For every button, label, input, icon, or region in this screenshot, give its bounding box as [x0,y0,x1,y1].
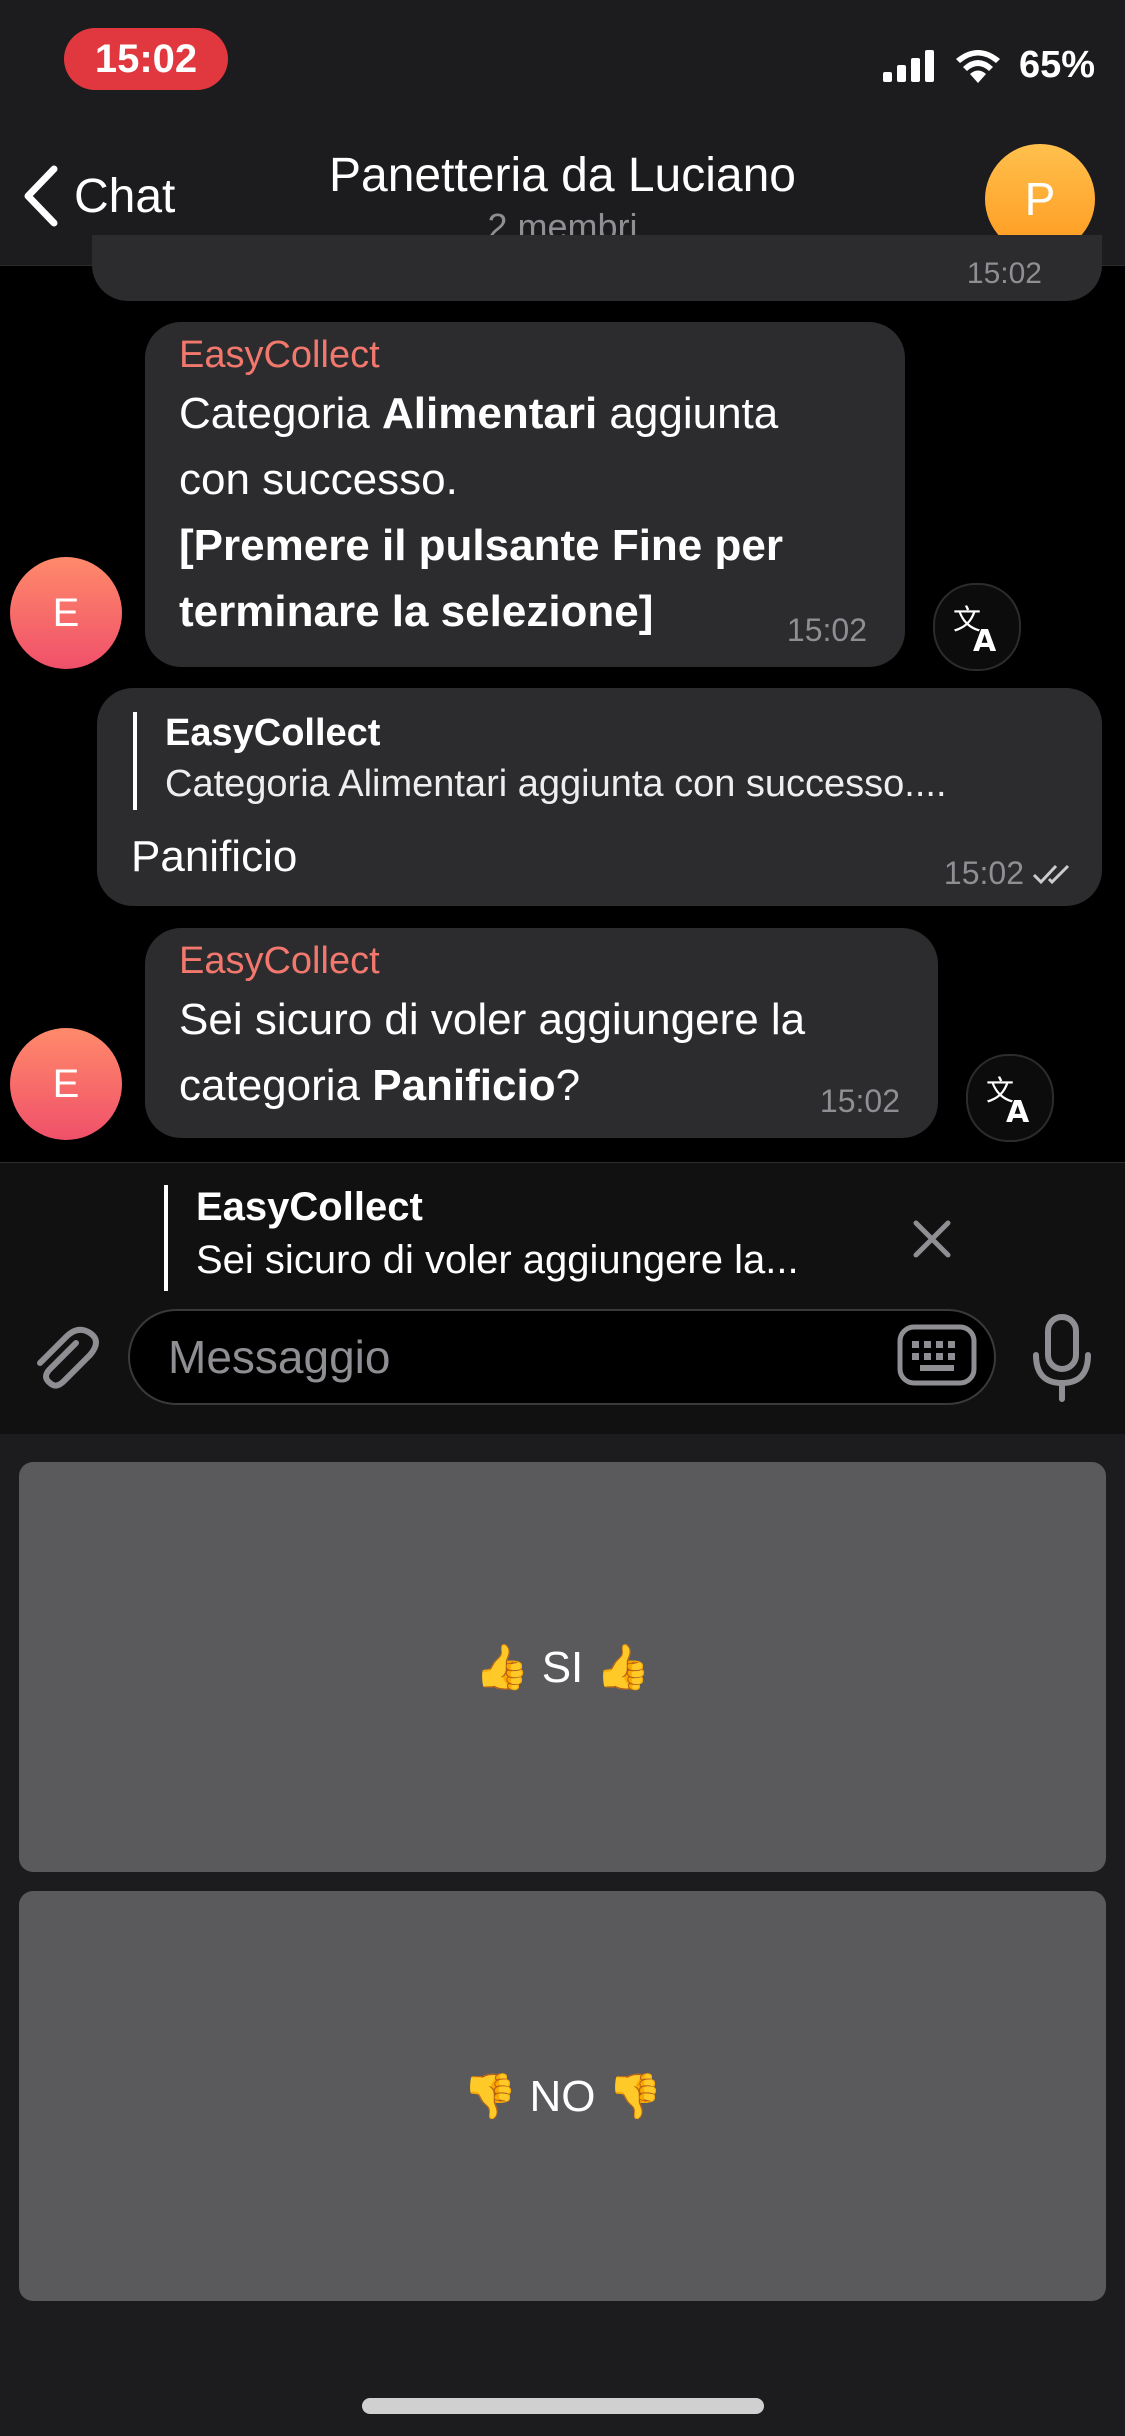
keyboard-icon[interactable] [896,1323,978,1387]
translate-icon: 文 A [986,1074,1030,1124]
message-time: 15:02 [786,612,867,648]
quoted-message[interactable]: EasyCollect Categoria Alimentari aggiunt… [133,712,947,810]
status-bar: 15:02 65% [0,0,1125,130]
message-text: Panificio [131,832,298,881]
svg-text:A: A [973,624,997,653]
no-button[interactable]: 👎 NO 👎 [19,1891,1106,2301]
reply-text: Sei sicuro di voler aggiungere la... [196,1238,799,1282]
wifi-icon [955,49,1000,83]
battery-percent: 65% [1018,44,1095,86]
message-input-placeholder: Messaggio [168,1331,391,1383]
translate-button[interactable]: 文 A [966,1054,1054,1142]
bot-avatar[interactable]: E [10,1028,122,1140]
quoted-text: Categoria Alimentari aggiunta con succes… [165,763,947,805]
bot-avatar[interactable]: E [10,557,122,669]
translate-icon: 文 A [953,603,997,653]
status-icons: 65% [882,44,1095,87]
message-bubble-bot[interactable]: EasyCollect Sei sicuro di voler aggiunge… [145,928,938,1138]
microphone-icon[interactable] [1028,1313,1096,1403]
chat-title[interactable]: Panetteria da Luciano [0,148,1125,203]
status-time: 15:02 [64,28,228,90]
close-icon[interactable] [908,1215,956,1263]
message-text: Categoria Alimentari aggiunta con succes… [179,389,783,636]
yes-button[interactable]: 👍 SI 👍 [19,1462,1106,1872]
signal-icon [882,49,934,82]
message-bubble-partial[interactable]: 15:02 [92,235,1102,301]
yes-button-label: 👍 SI 👍 [474,1643,651,1692]
message-sender: EasyCollect [179,334,380,376]
svg-text:A: A [1006,1095,1030,1124]
message-text: Sei sicuro di voler aggiungere la catego… [179,995,806,1110]
message-sender: EasyCollect [179,940,380,982]
message-time: 15:02 [943,855,1024,891]
no-button-label: 👎 NO 👎 [462,2072,663,2121]
reply-sender: EasyCollect [196,1185,423,1229]
group-avatar-letter: P [1024,173,1056,225]
quoted-sender: EasyCollect [165,712,381,754]
reply-preview[interactable]: EasyCollect Sei sicuro di voler aggiunge… [164,1185,799,1291]
translate-button[interactable]: 文 A [933,583,1021,671]
message-bubble-bot[interactable]: EasyCollect Categoria Alimentari aggiunt… [145,322,905,667]
message-time: 15:02 [819,1083,900,1119]
reply-panel: EasyCollect Sei sicuro di voler aggiunge… [0,1162,1125,1435]
double-check-icon [1032,864,1070,884]
message-input[interactable]: Messaggio [128,1309,996,1405]
composer: Messaggio [0,1305,1125,1415]
message-time: 15:02 [966,257,1042,290]
bot-keyboard: 👍 SI 👍 👎 NO 👎 [0,1434,1125,2436]
home-indicator[interactable] [362,2398,764,2414]
attach-icon[interactable] [24,1321,104,1401]
message-bubble-own[interactable]: EasyCollect Categoria Alimentari aggiunt… [97,688,1102,906]
